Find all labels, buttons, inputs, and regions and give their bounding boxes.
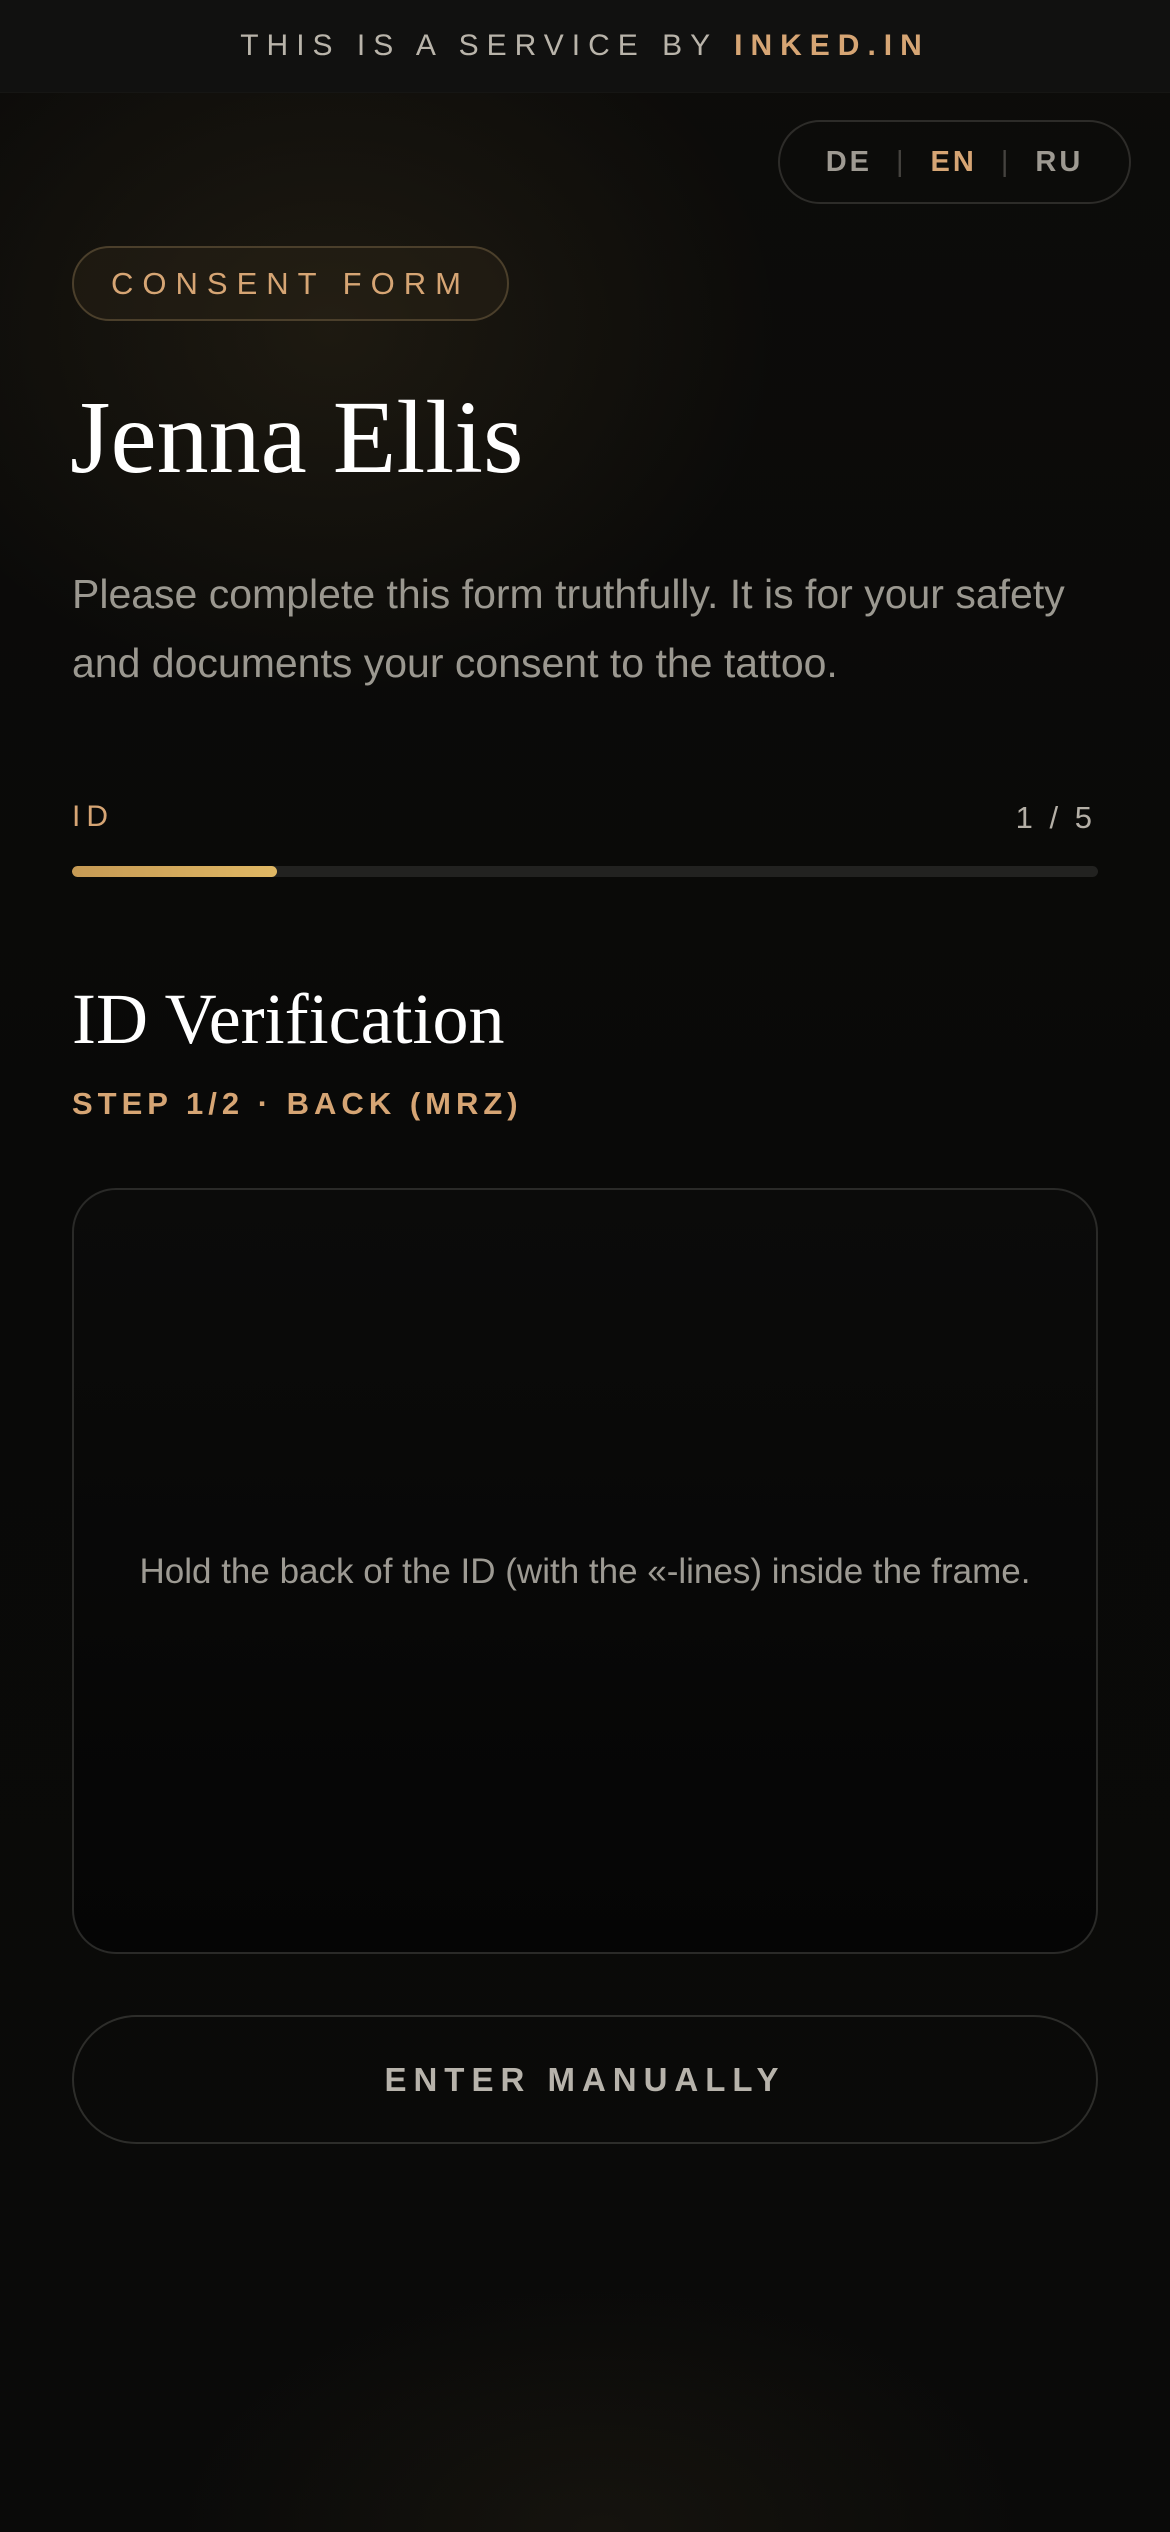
id-scanner-frame[interactable]: Hold the back of the ID (with the «-line…: [72, 1188, 1098, 1954]
service-banner-prefix: THIS IS A SERVICE BY: [240, 29, 719, 62]
progress-bar-fill: [72, 866, 278, 877]
client-name-title: Jenna Ellis: [70, 380, 524, 495]
scanner-hint-text: Hold the back of the ID (with the «-line…: [139, 1551, 1031, 1591]
lang-option-ru[interactable]: RU: [1025, 146, 1093, 179]
lang-separator: |: [896, 145, 907, 178]
consent-form-badge: CONSENT FORM: [72, 246, 509, 321]
service-banner: THIS IS A SERVICE BY INKED.IN: [0, 0, 1170, 93]
progress-bar: [72, 866, 1098, 877]
progress-step-label: ID: [72, 800, 114, 833]
step-indicator: STEP 1/2 · BACK (MRZ): [72, 1086, 523, 1121]
section-title: ID Verification: [72, 979, 505, 1059]
lang-option-de[interactable]: DE: [816, 146, 882, 179]
brand-link[interactable]: INKED.IN: [734, 29, 930, 63]
language-switcher: DE | EN | RU: [778, 120, 1131, 204]
progress-counter: 1 / 5: [1015, 800, 1096, 835]
intro-text: Please complete this form truthfully. It…: [72, 571, 1065, 686]
lang-option-en[interactable]: EN: [921, 146, 987, 179]
enter-manually-button[interactable]: ENTER MANUALLY: [72, 2015, 1098, 2144]
lang-separator: |: [1000, 145, 1012, 178]
